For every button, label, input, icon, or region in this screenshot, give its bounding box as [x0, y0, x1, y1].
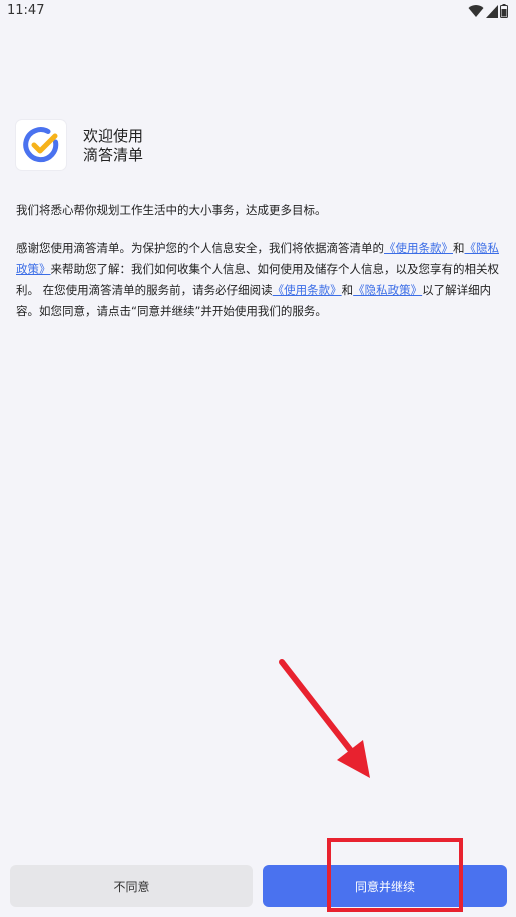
status-time: 11:47	[7, 3, 45, 18]
agreement-and2: 和	[341, 283, 354, 297]
agreement-and1: 和	[453, 241, 465, 255]
welcome-line2: 滴答清单	[83, 146, 144, 164]
welcome-line1: 欢迎使用	[83, 127, 144, 145]
disagree-button[interactable]: 不同意	[10, 865, 253, 907]
agreement-text: 感谢您使用滴答清单。为保护您的个人信息安全，我们将依据滴答清单的《使用条款》和《…	[16, 238, 506, 322]
privacy-link-2[interactable]: 《隐私政策》	[353, 283, 422, 297]
red-highlight-box	[327, 838, 463, 912]
terms-link[interactable]: 《使用条款》	[384, 241, 453, 255]
status-icons	[468, 3, 508, 19]
battery-icon	[500, 4, 508, 18]
signal-icon	[486, 4, 498, 18]
welcome-title: 欢迎使用 滴答清单	[83, 127, 143, 165]
wifi-icon	[468, 5, 484, 18]
terms-link-2[interactable]: 《使用条款》	[273, 283, 342, 297]
agreement-part1: 感谢您使用滴答清单。为保护您的个人信息安全，我们将依据滴答清单的	[16, 241, 384, 255]
intro-text: 我们将悉心帮你规划工作生活中的大小事务，达成更多目标。	[16, 203, 327, 217]
app-logo	[16, 120, 66, 170]
red-arrow-annotation	[279, 659, 370, 778]
status-bar: 11:47	[0, 0, 516, 22]
app-logo-icon	[23, 127, 59, 163]
